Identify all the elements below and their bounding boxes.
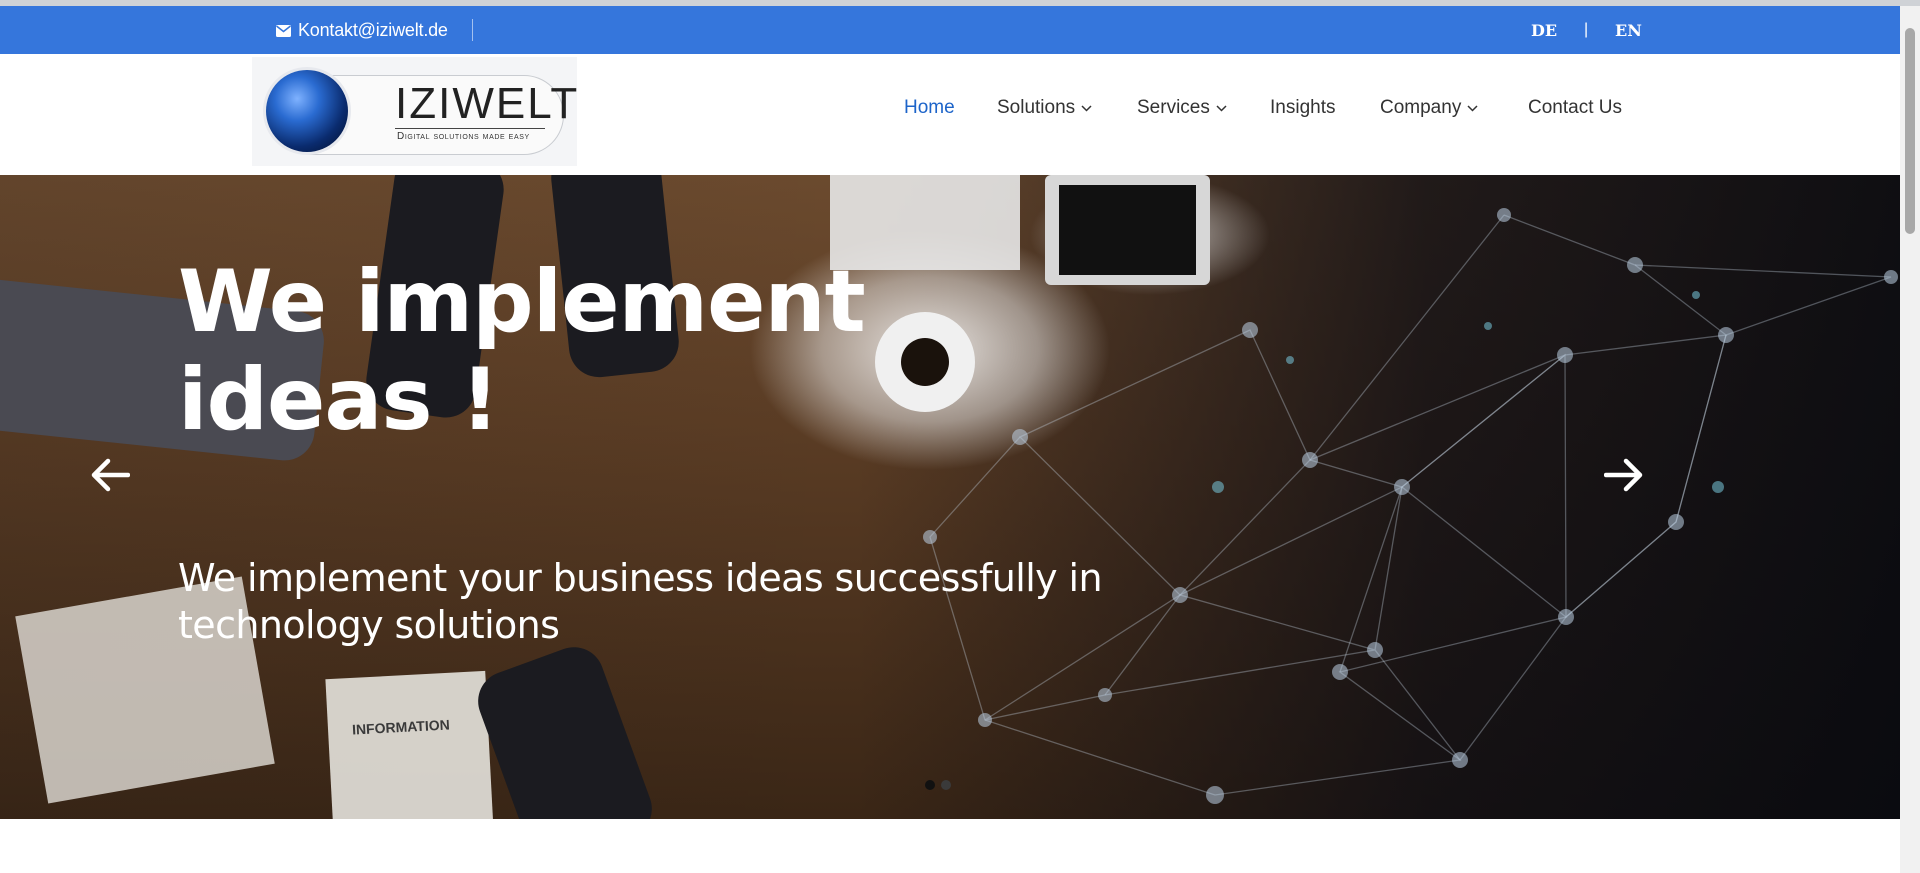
chevron-down-icon	[1467, 104, 1478, 112]
logo-tagline: Digital solutions made easy	[397, 131, 530, 142]
site-logo[interactable]: IZIWELT Digital solutions made easy	[252, 57, 577, 166]
hero-slider: INFORMATION We implement ideas ! We impl…	[0, 175, 1900, 819]
nav-home[interactable]: Home	[904, 97, 955, 119]
chevron-down-icon	[1081, 104, 1092, 112]
nav-company[interactable]: Company	[1380, 97, 1478, 119]
chevron-down-icon	[1216, 104, 1227, 112]
globe-icon	[266, 70, 348, 152]
nav-company-label: Company	[1380, 97, 1462, 118]
nav-insights-label: Insights	[1270, 97, 1336, 118]
arrow-right-icon[interactable]	[1604, 457, 1644, 493]
contact-email-text: Kontakt@iziwelt.de	[298, 20, 448, 40]
site-header: IZIWELT Digital solutions made easy Home…	[0, 54, 1900, 175]
scrollbar-thumb[interactable]	[1905, 28, 1915, 234]
nav-home-label: Home	[904, 97, 955, 118]
page-content-start	[0, 819, 1900, 873]
contact-email[interactable]: Kontakt@iziwelt.de	[276, 20, 448, 41]
nav-services-label: Services	[1137, 97, 1210, 118]
slider-dot[interactable]	[941, 780, 951, 790]
nav-services[interactable]: Services	[1137, 97, 1227, 119]
slider-dot[interactable]	[925, 780, 935, 790]
envelope-icon	[276, 24, 291, 37]
hero-subtitle: We implement your business ideas success…	[178, 556, 1103, 647]
logo-brand: IZIWELT	[395, 79, 580, 128]
logo-divider	[395, 128, 545, 129]
nav-contact-us-label: Contact Us	[1528, 97, 1622, 118]
hero-headline: We implement ideas !	[178, 252, 866, 450]
language-separator: |	[1584, 21, 1589, 38]
topbar-divider	[472, 19, 473, 41]
top-bar: Kontakt@iziwelt.de DE | EN	[0, 6, 1900, 54]
arrow-left-icon[interactable]	[90, 457, 130, 493]
language-en-link[interactable]: EN	[1615, 21, 1642, 40]
page-scrollbar[interactable]	[1900, 6, 1920, 873]
nav-contact-us[interactable]: Contact Us	[1528, 97, 1622, 119]
nav-solutions-label: Solutions	[997, 97, 1076, 118]
language-de-link[interactable]: DE	[1531, 21, 1557, 40]
nav-insights[interactable]: Insights	[1270, 97, 1335, 119]
slider-pagination	[925, 780, 951, 790]
nav-solutions[interactable]: Solutions	[997, 97, 1092, 119]
